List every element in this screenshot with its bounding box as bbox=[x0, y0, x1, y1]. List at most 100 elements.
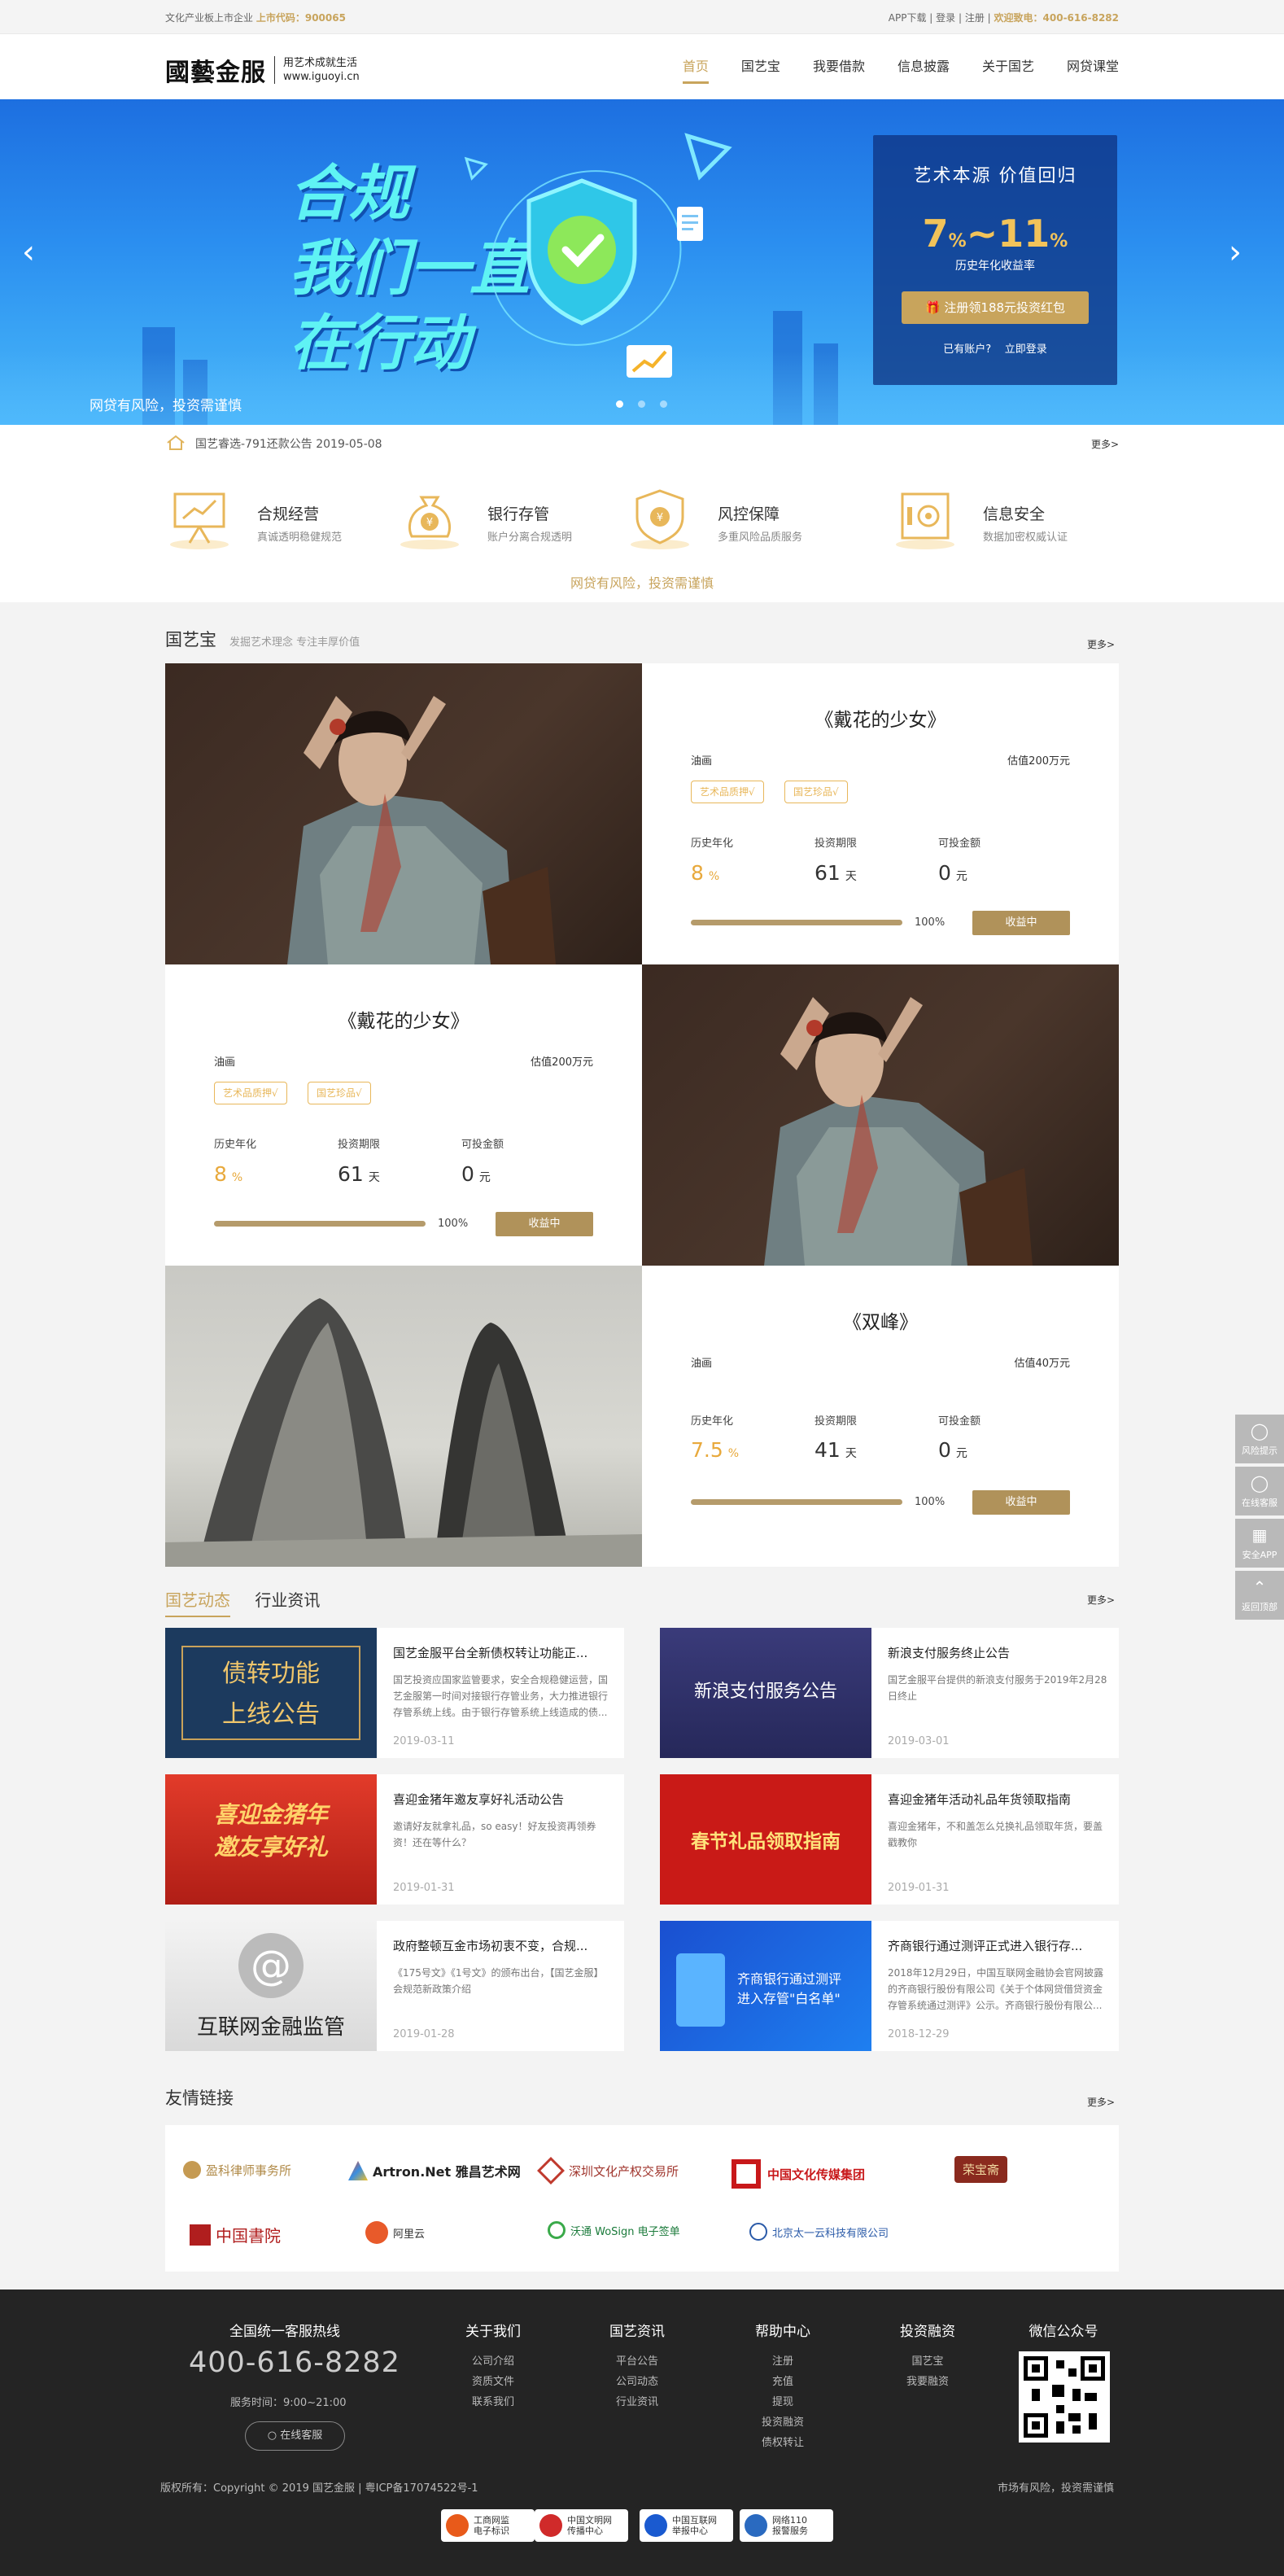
link-taiyiyun[interactable]: 北京太一云科技有限公司 bbox=[749, 2223, 889, 2241]
footer-link[interactable]: 资质文件 bbox=[461, 2372, 526, 2392]
footer-link[interactable]: 我要融资 bbox=[895, 2372, 960, 2392]
online-service-button[interactable]: ○ 在线客服 bbox=[245, 2421, 345, 2451]
news-date: 2018-12-29 bbox=[888, 2028, 950, 2040]
news-item[interactable]: 春节礼品领取指南 喜迎金猪年活动礼品年货领取指南 喜迎金猪年，不和盖怎么兑换礼品… bbox=[660, 1774, 1119, 1905]
footer-link[interactable]: 债权转让 bbox=[750, 2433, 815, 2453]
available-label: 可投金额 bbox=[938, 1415, 981, 1428]
footer-link[interactable]: 提现 bbox=[750, 2392, 815, 2412]
money-bag-icon: ¥ bbox=[400, 496, 459, 549]
link-aliyun[interactable]: 阿里云 bbox=[365, 2221, 425, 2244]
news-item[interactable]: @ 互联网金融监管 政府整顿互金市场初衷不变，合规... 《175号文》《1号文… bbox=[165, 1921, 624, 2051]
side-back-to-top[interactable]: ⌃ 返回顶部 bbox=[1235, 1571, 1284, 1620]
notice-more-link[interactable]: 更多> bbox=[1091, 437, 1119, 451]
news-thumb: 齐商银行通过测评 进入存管"白名单" bbox=[660, 1921, 871, 2051]
progress-percent: 100% bbox=[438, 1218, 469, 1230]
top-hotline: 400-616-8282 bbox=[1042, 12, 1119, 24]
product-term: 41 天 bbox=[815, 1438, 857, 1462]
footer-link[interactable]: 行业资讯 bbox=[605, 2392, 670, 2412]
news-item[interactable]: 债转功能 上线公告 国艺金服平台全新债权转让功能正... 国艺投资应国家监管要求… bbox=[165, 1628, 624, 1758]
status-button[interactable]: 收益中 bbox=[972, 911, 1070, 935]
nav-guoyibao[interactable]: 国艺宝 bbox=[741, 55, 780, 84]
term-label: 投资期限 bbox=[338, 1139, 381, 1151]
login-link[interactable]: 登录 bbox=[936, 12, 955, 24]
footer-link[interactable]: 公司介绍 bbox=[461, 2351, 526, 2372]
product-estimate: 估值200万元 bbox=[1007, 755, 1070, 768]
product-card[interactable]: 《戴花的少女》 油画 估值200万元 艺术品质押√ 国艺珍品√ 历史年化 投资期… bbox=[165, 964, 642, 1266]
badge-aic[interactable]: 工商网监 电子标识 bbox=[441, 2509, 535, 2542]
footer: 全国统一客服热线 400-616-8282 服务时间：9:00~21:00 ○ … bbox=[0, 2290, 1284, 2576]
link-rongbaozhai[interactable]: 荣宝斋 bbox=[954, 2156, 1008, 2183]
rate-label: 历史年化 bbox=[214, 1139, 257, 1151]
promo-login-link[interactable]: 立即登录 bbox=[1005, 343, 1047, 356]
progress-bar bbox=[691, 920, 902, 925]
status-button[interactable]: 收益中 bbox=[972, 1490, 1070, 1515]
news-date: 2019-03-01 bbox=[888, 1735, 950, 1747]
ppb-logo-icon bbox=[365, 2221, 388, 2244]
footer-link[interactable]: 注册 bbox=[750, 2351, 815, 2372]
news-item[interactable]: 齐商银行通过测评 进入存管"白名单" 齐商银行通过测评正式进入银行存... 20… bbox=[660, 1921, 1119, 2051]
register-bonus-button[interactable]: 🎁 注册领188元投资红包 bbox=[902, 291, 1089, 324]
footer-link[interactable]: 平台公告 bbox=[605, 2351, 670, 2372]
safe-box-icon bbox=[896, 492, 954, 549]
product-image-twin-peaks[interactable] bbox=[165, 1266, 642, 1567]
news-date: 2019-01-28 bbox=[393, 2028, 455, 2040]
tab-company-news[interactable]: 国艺动态 bbox=[165, 1587, 230, 1617]
product-rate: 8% bbox=[214, 1162, 243, 1186]
register-link[interactable]: 注册 bbox=[965, 12, 985, 24]
badge-police[interactable]: 网络110 报警服务 bbox=[740, 2509, 833, 2542]
phone-icon bbox=[676, 1953, 725, 2027]
link-artron[interactable]: Artron.Net 雅昌艺术网 bbox=[348, 2161, 521, 2180]
chevron-up-icon: ⌃ bbox=[1252, 1577, 1267, 1597]
product-name: 《戴花的少女》 bbox=[815, 710, 946, 731]
links-more-link[interactable]: 更多> bbox=[1087, 2095, 1284, 2109]
banner-dot[interactable] bbox=[638, 400, 645, 408]
badge-civilization[interactable]: 中国文明网 传播中心 bbox=[535, 2509, 628, 2542]
banner-dots bbox=[616, 400, 682, 408]
nav-disclosure[interactable]: 信息披露 bbox=[897, 55, 950, 84]
hero-banner[interactable]: 合规 我们一直 在行动 ‹ › 网贷有风险，投资需谨慎 艺术本源 价值回归 7%… bbox=[0, 99, 1284, 425]
footer-link[interactable]: 投资融资 bbox=[750, 2412, 815, 2433]
nav-about[interactable]: 关于国艺 bbox=[982, 55, 1034, 84]
link-ccmg[interactable]: 中国文化传媒集团 bbox=[732, 2159, 865, 2189]
side-risk-tip[interactable]: ◯ 风险提示 bbox=[1235, 1415, 1284, 1463]
promo-login: 已有账户? 立即登录 bbox=[943, 343, 1047, 356]
footer-link[interactable]: 联系我们 bbox=[461, 2392, 526, 2412]
product-image-girl[interactable] bbox=[642, 964, 1119, 1266]
artron-logo-icon bbox=[348, 2161, 368, 2180]
tab-industry-news[interactable]: 行业资讯 bbox=[255, 1587, 320, 1616]
nav-home[interactable]: 首页 bbox=[682, 55, 709, 84]
promo-title: 艺术本源 价值回归 bbox=[913, 166, 1077, 186]
banner-dot[interactable] bbox=[660, 400, 667, 408]
news-item[interactable]: 喜迎金猪年 邀友享好礼 喜迎金猪年邀友享好礼活动公告 邀请好友就拿礼品，so e… bbox=[165, 1774, 624, 1905]
news-date: 2019-01-31 bbox=[393, 1882, 455, 1894]
nav-classroom[interactable]: 网贷课堂 bbox=[1067, 55, 1119, 84]
side-online-service[interactable]: ◯ 在线客服 bbox=[1235, 1467, 1284, 1515]
qr-code-icon bbox=[1024, 2356, 1105, 2438]
feature-compliance: 合规经营 真诚透明稳健规范 bbox=[165, 486, 393, 559]
footer-link[interactable]: 公司动态 bbox=[605, 2372, 670, 2392]
notice-text[interactable]: 国艺睿选-791还款公告 2019-05-08 bbox=[195, 435, 382, 452]
product-image-girl[interactable] bbox=[165, 663, 642, 964]
product-category: 油画 bbox=[691, 1358, 713, 1370]
banner-dot[interactable] bbox=[616, 400, 623, 408]
link-wosign[interactable]: 沃通 WoSign 电子签单 bbox=[548, 2221, 680, 2239]
badge-report[interactable]: 中国互联网 举报中心 bbox=[640, 2509, 733, 2542]
app-download-link[interactable]: APP下载 bbox=[889, 12, 927, 24]
footer-link[interactable]: 充值 bbox=[750, 2372, 815, 2392]
banner-prev-arrow[interactable]: ‹ bbox=[22, 234, 35, 271]
links-title: 友情链接 bbox=[165, 2088, 234, 2108]
site-logo[interactable]: 國藝金服 用艺术成就生活 www.iguoyi.cn bbox=[165, 52, 360, 88]
side-app[interactable]: ▦ 安全APP bbox=[1235, 1519, 1284, 1568]
news-item[interactable]: 新浪支付服务公告 新浪支付服务终止公告 国艺金服平台提供的新浪支付服务于2019… bbox=[660, 1628, 1119, 1758]
news-title: 喜迎金猪年活动礼品年货领取指南 bbox=[888, 1792, 1072, 1807]
link-szcae[interactable]: 深圳文化产权交易所 bbox=[537, 2157, 679, 2185]
footer-link[interactable]: 国艺宝 bbox=[895, 2351, 960, 2372]
status-button[interactable]: 收益中 bbox=[496, 1212, 593, 1236]
nav-borrow[interactable]: 我要借款 bbox=[813, 55, 865, 84]
banner-next-arrow[interactable]: › bbox=[1229, 234, 1242, 271]
link-shuyuan[interactable]: 中国書院 bbox=[190, 2223, 281, 2246]
link-yingke[interactable]: 盈科律师事务所 bbox=[183, 2161, 291, 2179]
product-card[interactable]: 《戴花的少女》 油画 估值200万元 艺术品质押√ 国艺珍品√ 历史年化 投资期… bbox=[642, 663, 1119, 964]
guoyibao-more-link[interactable]: 更多> bbox=[1087, 637, 1284, 651]
product-card[interactable]: 《双峰》 油画 估值40万元 历史年化 投资期限 可投金额 7.5% 41 天 0… bbox=[642, 1266, 1119, 1567]
